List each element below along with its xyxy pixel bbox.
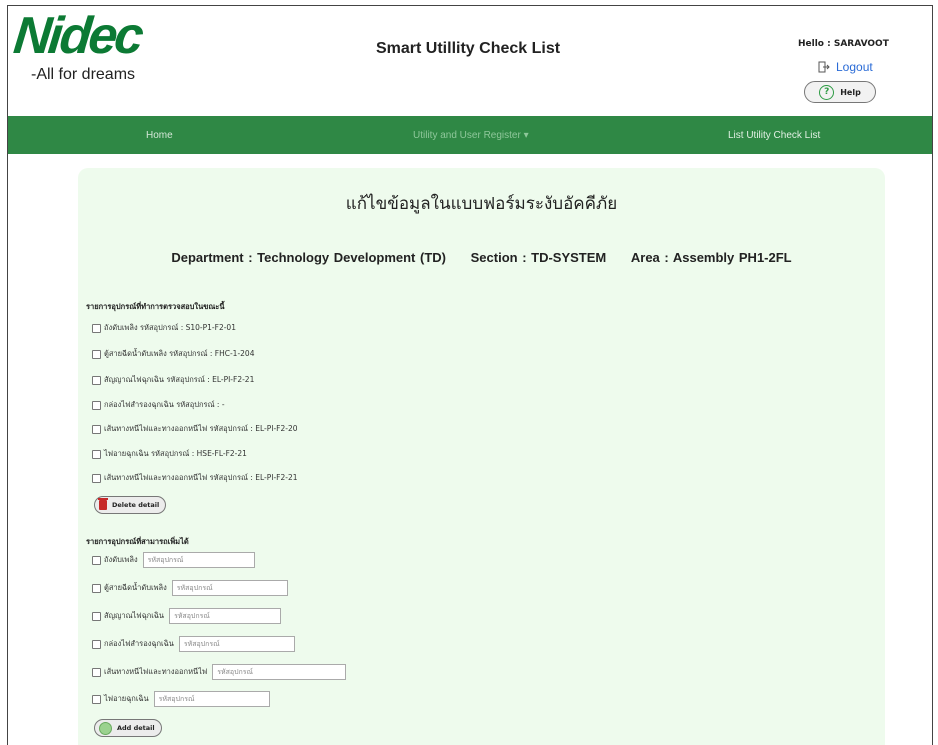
equipment-code-input[interactable]: รหัสอุปกรณ์	[169, 608, 282, 624]
checkbox[interactable]	[92, 349, 101, 359]
add-item-label: สัญญาณไฟฉุกเฉิน	[104, 611, 165, 620]
checkbox[interactable]	[92, 583, 101, 593]
app-title: Smart Utillity Check List	[376, 40, 561, 57]
user-greeting: Hello : SARAVOOT	[798, 39, 889, 49]
checkbox[interactable]	[92, 473, 101, 483]
nav-home[interactable]: Home	[146, 130, 173, 141]
header: Nidec -All for dreams Smart Utillity Che…	[8, 6, 932, 116]
nav-list-utility-check-list[interactable]: List Utility Check List	[728, 130, 820, 141]
add-item-label: ไฟอายฉุกเฉิน	[104, 694, 149, 703]
existing-item-checkbox[interactable]: ถังดับเพลิง รหัสอุปกรณ์ : S10-P1-F2-01	[92, 322, 236, 334]
logo-tagline: -All for dreams	[31, 66, 136, 83]
department-label: Department : Technology Development (TD)	[171, 250, 446, 265]
add-item-label: ตู้สายฉีดน้ำดับเพลิง	[104, 583, 167, 592]
add-item-row: กล่องไฟสำรองฉุกเฉิน รหัสอุปกรณ์	[92, 636, 295, 652]
checkbox[interactable]	[92, 323, 101, 333]
help-icon: ?	[819, 84, 835, 100]
department-info: Department : Technology Development (TD)…	[78, 250, 885, 265]
navbar: Home Utility and User Register ▾ List Ut…	[8, 116, 932, 154]
equipment-code-input[interactable]: รหัสอุปกรณ์	[142, 552, 255, 568]
add-detail-label: Add detail	[117, 724, 155, 732]
checkbox[interactable]	[92, 555, 101, 565]
existing-item-checkbox[interactable]: สัญญาณไฟฉุกเฉิน รหัสอุปกรณ์ : EL-PI-F2-2…	[92, 374, 254, 386]
section-label: Section : TD-SYSTEM	[470, 250, 607, 265]
help-label: Help	[840, 87, 861, 97]
existing-items-heading: รายการอุปกรณ์ที่ทำการตรวจสอบในขณะนี้	[86, 302, 225, 311]
checkbox[interactable]	[92, 611, 101, 621]
logout-icon	[818, 61, 830, 73]
add-item-label: กล่องไฟสำรองฉุกเฉิน	[104, 639, 174, 648]
checkbox[interactable]	[92, 400, 101, 410]
add-item-row: ถังดับเพลิง รหัสอุปกรณ์	[92, 552, 255, 568]
equipment-code-input[interactable]: รหัสอุปกรณ์	[153, 691, 270, 707]
checkbox[interactable]	[92, 424, 101, 434]
existing-item-label: กล่องไฟสำรองฉุกเฉิน รหัสอุปกรณ์ : -	[104, 400, 225, 409]
checkbox[interactable]	[92, 449, 101, 459]
app-window: Nidec -All for dreams Smart Utillity Che…	[7, 5, 933, 745]
existing-item-label: ไฟอายฉุกเฉิน รหัสอุปกรณ์ : HSE-FL-F2-21	[104, 449, 247, 458]
existing-item-label: สัญญาณไฟฉุกเฉิน รหัสอุปกรณ์ : EL-PI-F2-2…	[104, 375, 255, 384]
existing-item-checkbox[interactable]: ตู้สายฉีดน้ำดับเพลิง รหัสอุปกรณ์ : FHC-1…	[92, 348, 254, 360]
existing-item-checkbox[interactable]: เส้นทางหนีไฟและทางออกหนีไฟ รหัสอุปกรณ์ :…	[92, 423, 298, 435]
add-item-row: ตู้สายฉีดน้ำดับเพลิง รหัสอุปกรณ์	[92, 580, 288, 596]
add-item-row: ไฟอายฉุกเฉิน รหัสอุปกรณ์	[92, 691, 270, 707]
existing-item-label: ถังดับเพลิง รหัสอุปกรณ์ : S10-P1-F2-01	[104, 323, 236, 332]
equipment-code-input[interactable]: รหัสอุปกรณ์	[178, 636, 295, 652]
checkbox[interactable]	[92, 667, 101, 677]
add-item-label: ถังดับเพลิง	[104, 555, 138, 564]
checkbox[interactable]	[92, 639, 101, 649]
existing-item-label: ตู้สายฉีดน้ำดับเพลิง รหัสอุปกรณ์ : FHC-1…	[104, 349, 255, 358]
existing-item-label: เส้นทางหนีไฟและทางออกหนีไฟ รหัสอุปกรณ์ :…	[104, 473, 298, 482]
add-icon	[99, 721, 112, 735]
nav-utility-user-register[interactable]: Utility and User Register ▾	[413, 130, 529, 141]
edit-form-card: แก้ไขข้อมูลในแบบฟอร์มระงับอัคคีภัย Depar…	[78, 168, 885, 745]
equipment-code-input[interactable]: รหัสอุปกรณ์	[171, 580, 288, 596]
equipment-code-input[interactable]: รหัสอุปกรณ์	[212, 664, 347, 680]
existing-item-checkbox[interactable]: เส้นทางหนีไฟและทางออกหนีไฟ รหัสอุปกรณ์ :…	[92, 472, 298, 484]
delete-detail-button[interactable]: Delete detail	[94, 496, 167, 514]
add-item-label: เส้นทางหนีไฟและทางออกหนีไฟ	[104, 667, 208, 676]
logout-link[interactable]: Logout	[818, 60, 873, 74]
logout-label: Logout	[836, 60, 873, 74]
checkbox[interactable]	[92, 375, 101, 385]
help-button[interactable]: ? Help	[804, 81, 876, 103]
add-detail-button[interactable]: Add detail	[94, 719, 162, 737]
existing-item-checkbox[interactable]: ไฟอายฉุกเฉิน รหัสอุปกรณ์ : HSE-FL-F2-21	[92, 448, 247, 460]
add-items-heading: รายการอุปกรณ์ที่สามารถเพิ่มได้	[86, 537, 189, 546]
logo: Nidec	[10, 7, 144, 65]
existing-item-label: เส้นทางหนีไฟและทางออกหนีไฟ รหัสอุปกรณ์ :…	[104, 424, 298, 433]
trash-icon	[98, 498, 108, 510]
delete-detail-label: Delete detail	[112, 501, 160, 509]
checkbox[interactable]	[92, 694, 101, 704]
form-title: แก้ไขข้อมูลในแบบฟอร์มระงับอัคคีภัย	[345, 194, 618, 214]
add-item-row: เส้นทางหนีไฟและทางออกหนีไฟ รหัสอุปกรณ์	[92, 664, 347, 680]
add-item-row: สัญญาณไฟฉุกเฉิน รหัสอุปกรณ์	[92, 608, 282, 624]
area-label: Area : Assembly PH1-2FL	[630, 250, 792, 265]
existing-item-checkbox[interactable]: กล่องไฟสำรองฉุกเฉิน รหัสอุปกรณ์ : -	[92, 399, 225, 411]
